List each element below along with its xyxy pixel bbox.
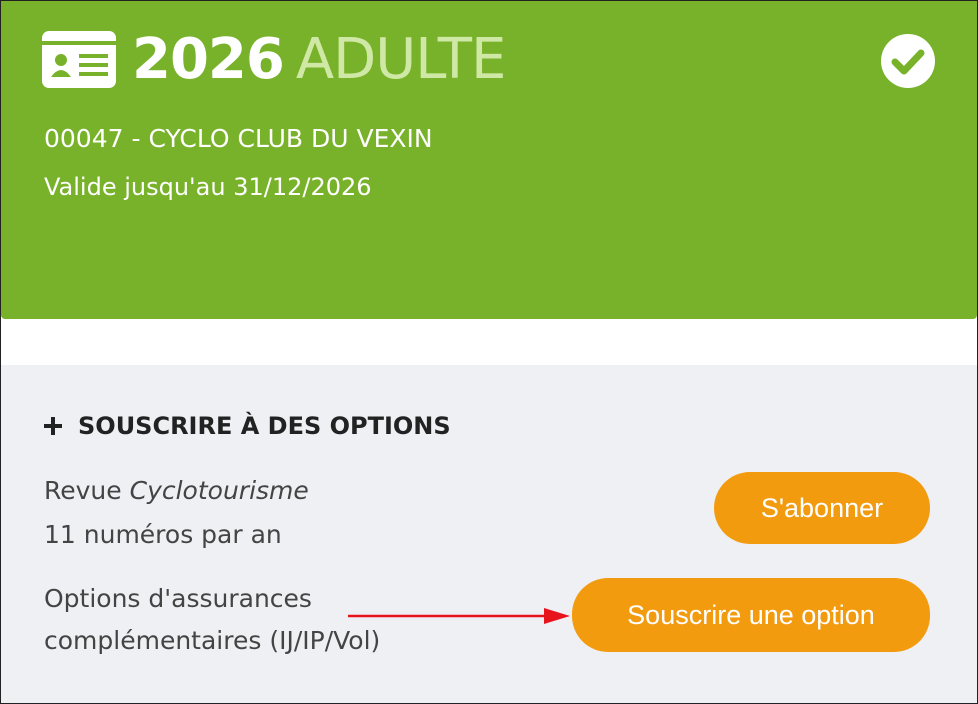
check-circle-icon: [881, 34, 935, 88]
options-heading: SOUSCRIRE À DES OPTIONS: [44, 408, 451, 444]
options-heading-label: SOUSCRIRE À DES OPTIONS: [78, 412, 451, 440]
magazine-title: Revue Cyclotourisme: [44, 470, 309, 512]
magazine-prefix: Revue: [44, 476, 130, 505]
license-type: ADULTE: [295, 27, 506, 92]
club-name: 00047 - CYCLO CLUB DU VEXIN: [44, 124, 433, 153]
subscribe-option-button[interactable]: Souscrire une option: [572, 578, 930, 652]
validity-date: Valide jusqu'au 31/12/2026: [44, 173, 372, 201]
insurance-label-line1: Options d'assurances: [44, 584, 312, 613]
license-title: 2026 ADULTE: [132, 22, 506, 98]
insurance-label-line2: complémentaires (IJ/IP/Vol): [44, 626, 381, 655]
subscribe-button[interactable]: S'abonner: [714, 472, 930, 544]
license-year: 2026: [132, 27, 285, 92]
red-arrow-annotation: [348, 608, 570, 624]
magazine-frequency: 11 numéros par an: [44, 520, 282, 549]
magazine-name: Cyclotourisme: [129, 476, 309, 505]
plus-icon: [44, 417, 62, 435]
id-card-icon: [42, 31, 116, 88]
